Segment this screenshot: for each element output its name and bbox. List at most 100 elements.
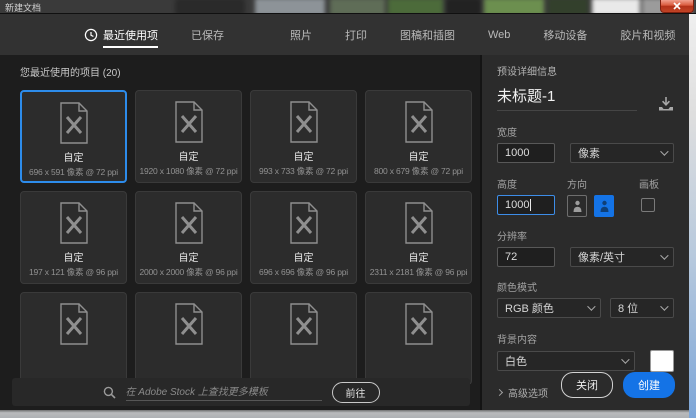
advanced-options-label: 高级选项 — [508, 389, 548, 400]
close-button[interactable]: 关闭 — [561, 372, 613, 398]
background-blur-shape — [255, 0, 325, 13]
bit-depth-value: 8 位 — [618, 303, 639, 315]
tab-photo[interactable]: 照片 — [290, 14, 312, 55]
tab-label: 图稿和插图 — [400, 29, 455, 42]
orientation-landscape-button[interactable] — [594, 195, 614, 217]
text-caret — [530, 199, 532, 211]
background-color-swatch[interactable] — [650, 350, 674, 372]
preset-card-partial[interactable] — [365, 292, 472, 384]
background-contents-value: 白色 — [505, 356, 527, 368]
save-preset-icon[interactable] — [658, 97, 674, 111]
resolution-unit-value: 像素/英寸 — [578, 252, 626, 264]
tab-saved[interactable]: 已保存 — [191, 14, 224, 55]
chevron-down-icon — [621, 355, 630, 364]
tab-label: 已保存 — [191, 29, 224, 42]
dialog-content: 您最近使用的项目 (20) 自定 696 x 591 像素 @ 72 ppi 自… — [0, 55, 689, 410]
background-app-right-edge — [689, 14, 696, 418]
document-x-icon — [174, 303, 203, 345]
window-close-button[interactable] — [660, 0, 694, 13]
preset-card-dims: 2311 x 2181 像素 @ 96 ppi — [369, 267, 468, 277]
preset-card-partial[interactable] — [135, 292, 242, 384]
preset-card-title: 自定 — [293, 152, 314, 163]
preset-card-title: 自定 — [63, 153, 84, 164]
document-name-field[interactable]: 未标题-1 — [497, 85, 637, 111]
preset-card-title: 自定 — [63, 253, 84, 264]
preset-card-dims: 2000 x 2000 像素 @ 96 ppi — [139, 267, 238, 277]
preset-card[interactable]: 自定 2311 x 2181 像素 @ 96 ppi — [365, 191, 472, 284]
document-x-icon — [404, 101, 433, 143]
create-button[interactable]: 创建 — [623, 372, 675, 398]
width-unit-dropdown[interactable]: 像素 — [570, 143, 674, 163]
resolution-unit-dropdown[interactable]: 像素/英寸 — [570, 247, 674, 267]
tab-label: 胶片和视频 — [620, 29, 676, 42]
background-blur-shape — [175, 0, 245, 13]
new-document-dialog-screen: 新建文档 最近使用项 已保存 照片 打印 图稿和插图 Web 移动设备 胶片和视… — [0, 0, 696, 418]
height-label: 高度 — [497, 180, 517, 191]
landscape-person-icon — [600, 200, 608, 212]
preset-card-dims: 197 x 121 像素 @ 96 ppi — [28, 267, 118, 277]
preset-card[interactable]: 自定 197 x 121 像素 @ 96 ppi — [20, 191, 127, 284]
height-value: 1000 — [505, 199, 530, 211]
orientation-portrait-button[interactable] — [567, 195, 587, 217]
document-x-icon — [289, 202, 318, 244]
resolution-input[interactable]: 72 — [497, 247, 555, 267]
preset-card-title: 自定 — [178, 152, 199, 163]
preset-card[interactable]: 自定 993 x 733 像素 @ 72 ppi — [250, 90, 357, 183]
preset-details-heading: 预设详细信息 — [497, 67, 557, 78]
document-x-icon — [59, 202, 88, 244]
background-blur-shape — [388, 0, 443, 13]
tab-film-video[interactable]: 胶片和视频 — [620, 14, 675, 55]
color-mode-dropdown[interactable]: RGB 颜色 — [497, 298, 601, 318]
width-unit-value: 像素 — [578, 148, 600, 160]
preset-card[interactable]: 自定 696 x 696 像素 @ 96 ppi — [250, 191, 357, 284]
recent-items-section: 您最近使用的项目 (20) 自定 696 x 591 像素 @ 72 ppi 自… — [0, 55, 482, 410]
tab-label: 最近使用项 — [103, 29, 158, 42]
dialog-footer: 关闭 创建 — [561, 372, 675, 398]
clock-icon — [84, 28, 98, 41]
preset-card-partial[interactable] — [20, 292, 127, 384]
artboard-checkbox[interactable] — [641, 198, 655, 212]
portrait-person-icon — [573, 200, 581, 212]
window-titlebar: 新建文档 — [0, 0, 696, 14]
stock-search-placeholder[interactable]: 在 Adobe Stock 上查找更多模板 — [125, 383, 322, 401]
tab-print[interactable]: 打印 — [345, 14, 367, 55]
preset-card-title: 自定 — [178, 253, 199, 264]
height-input[interactable]: 1000 — [497, 195, 555, 215]
preset-card[interactable]: 自定 800 x 679 像素 @ 72 ppi — [365, 90, 472, 183]
preset-category-tabbar: 最近使用项 已保存 照片 打印 图稿和插图 Web 移动设备 胶片和视频 — [0, 14, 689, 55]
tab-web[interactable]: Web — [488, 14, 510, 55]
resolution-label: 分辨率 — [497, 232, 527, 243]
document-x-icon — [289, 101, 318, 143]
background-contents-dropdown[interactable]: 白色 — [497, 351, 635, 371]
chevron-down-icon — [660, 302, 669, 311]
preset-card[interactable]: 自定 2000 x 2000 像素 @ 96 ppi — [135, 191, 242, 284]
recent-items-heading: 您最近使用的项目 (20) — [20, 68, 121, 79]
orientation-label: 方向 — [567, 180, 587, 191]
preset-card-title: 自定 — [408, 152, 429, 163]
window-title: 新建文档 — [5, 3, 42, 13]
preset-card[interactable]: 自定 696 x 591 像素 @ 72 ppi — [20, 90, 127, 183]
preset-card-dims: 1920 x 1080 像素 @ 72 ppi — [139, 166, 238, 176]
color-mode-label: 颜色模式 — [497, 283, 537, 294]
tab-mobile[interactable]: 移动设备 — [543, 14, 587, 55]
bit-depth-dropdown[interactable]: 8 位 — [610, 298, 674, 318]
stock-go-button[interactable]: 前往 — [331, 381, 380, 403]
tab-label: Web — [488, 28, 511, 41]
document-x-icon — [289, 303, 318, 345]
tab-label: 打印 — [345, 29, 367, 42]
chevron-down-icon — [660, 251, 669, 260]
chevron-down-icon — [660, 147, 669, 156]
magnifier-icon — [103, 386, 116, 399]
document-x-icon — [174, 101, 203, 143]
tab-art-illustration[interactable]: 图稿和插图 — [400, 14, 455, 55]
document-x-icon — [174, 202, 203, 244]
document-x-icon — [59, 303, 88, 345]
tab-label: 移动设备 — [543, 29, 588, 42]
preset-card[interactable]: 自定 1920 x 1080 像素 @ 72 ppi — [135, 90, 242, 183]
preset-card-title: 自定 — [293, 253, 314, 264]
preset-card-partial[interactable] — [250, 292, 357, 384]
width-input[interactable]: 1000 — [497, 143, 555, 163]
stock-search-bar[interactable]: 在 Adobe Stock 上查找更多模板 前往 — [12, 378, 470, 406]
tab-recent[interactable]: 最近使用项 — [84, 14, 158, 55]
width-label: 宽度 — [497, 128, 517, 139]
